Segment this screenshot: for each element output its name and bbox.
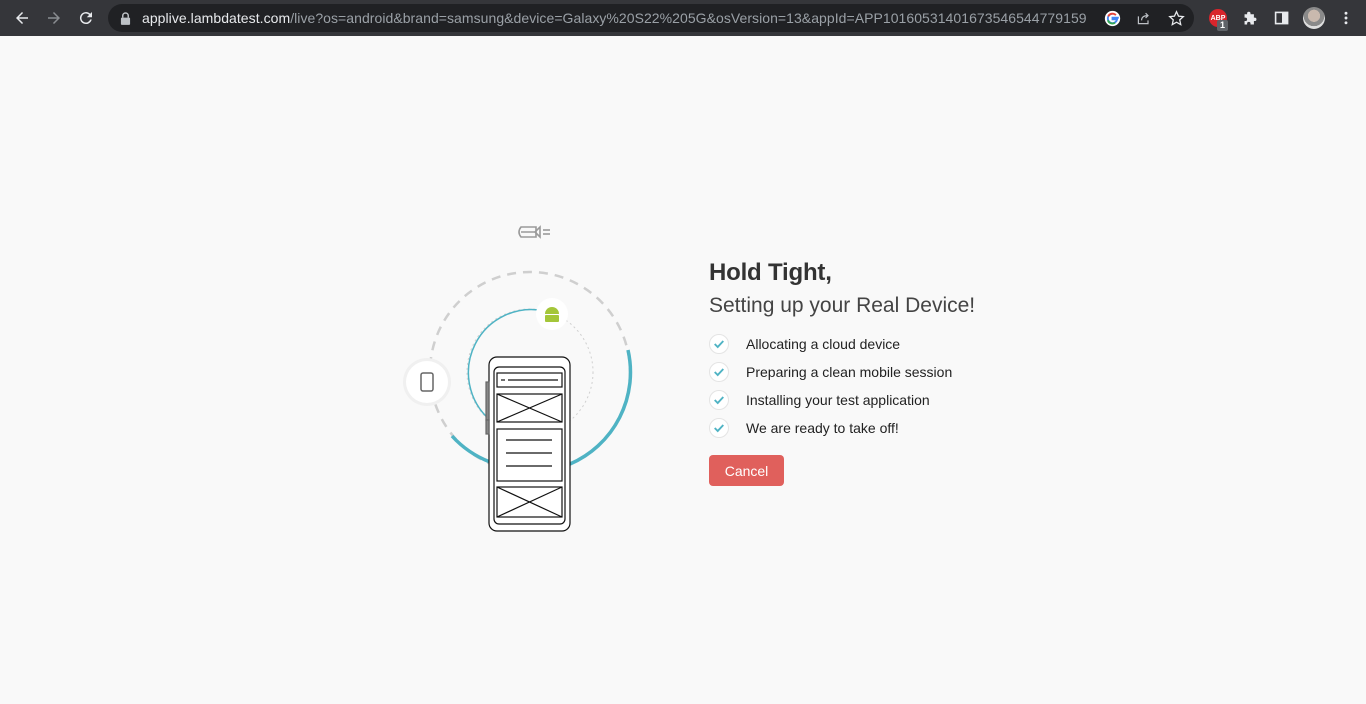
setup-step: Preparing a clean mobile session [709, 358, 975, 386]
setup-step: We are ready to take off! [709, 414, 975, 442]
reload-icon [79, 12, 92, 25]
setup-steps-list: Allocating a cloud device Preparing a cl… [709, 330, 975, 442]
forward-icon [48, 12, 60, 24]
step-label: Allocating a cloud device [746, 336, 901, 352]
reload-button[interactable] [70, 0, 102, 36]
page-content: Hold Tight, Setting up your Real Device!… [0, 36, 1366, 704]
url-text[interactable]: applive.lambdatest.com/live?os=android&b… [142, 10, 1087, 26]
rocket-icon [518, 225, 550, 239]
google-icon[interactable] [1102, 8, 1122, 28]
address-bar[interactable]: applive.lambdatest.com/live?os=android&b… [108, 4, 1194, 32]
setup-step: Installing your test application [709, 386, 975, 414]
adblock-extension[interactable]: ABP 1 [1202, 0, 1234, 36]
cancel-button[interactable]: Cancel [709, 455, 784, 486]
forward-button[interactable] [38, 0, 70, 36]
side-panel-button[interactable] [1266, 0, 1298, 36]
step-label: Preparing a clean mobile session [746, 364, 953, 380]
outer-progress-arc-left [450, 434, 491, 464]
check-icon [709, 390, 729, 410]
page-subtitle: Setting up your Real Device! [709, 294, 976, 317]
check-icon [709, 418, 729, 438]
lock-icon[interactable] [118, 11, 132, 25]
extension-badge: 1 [1216, 20, 1228, 31]
chrome-menu-button[interactable] [1330, 0, 1362, 36]
share-icon[interactable] [1134, 8, 1154, 28]
setup-status-panel: Hold Tight, Setting up your Real Device!… [709, 258, 975, 486]
browser-toolbar: applive.lambdatest.com/live?os=android&b… [0, 0, 1366, 36]
outer-progress-arc [569, 349, 633, 466]
setup-step: Allocating a cloud device [709, 330, 975, 358]
side-panel-icon [1274, 11, 1289, 25]
step-label: Installing your test application [746, 392, 930, 408]
profile-button[interactable] [1298, 0, 1330, 36]
bookmark-star-icon[interactable] [1166, 8, 1186, 28]
page-title: Hold Tight, [709, 259, 832, 286]
url-path: /live?os=android&brand=samsung&device=Ga… [290, 10, 1087, 26]
extensions-icon [1244, 11, 1256, 24]
back-button[interactable] [6, 0, 38, 36]
check-icon [709, 362, 729, 382]
menu-icon [1344, 11, 1348, 25]
phone-wireframe [485, 356, 571, 532]
profile-avatar [1303, 7, 1325, 29]
check-icon [709, 334, 729, 354]
step-label: We are ready to take off! [746, 420, 899, 436]
url-host: applive.lambdatest.com [142, 10, 291, 26]
device-setup-illustration [403, 225, 633, 532]
back-icon [16, 12, 28, 24]
extensions-button[interactable] [1234, 0, 1266, 36]
